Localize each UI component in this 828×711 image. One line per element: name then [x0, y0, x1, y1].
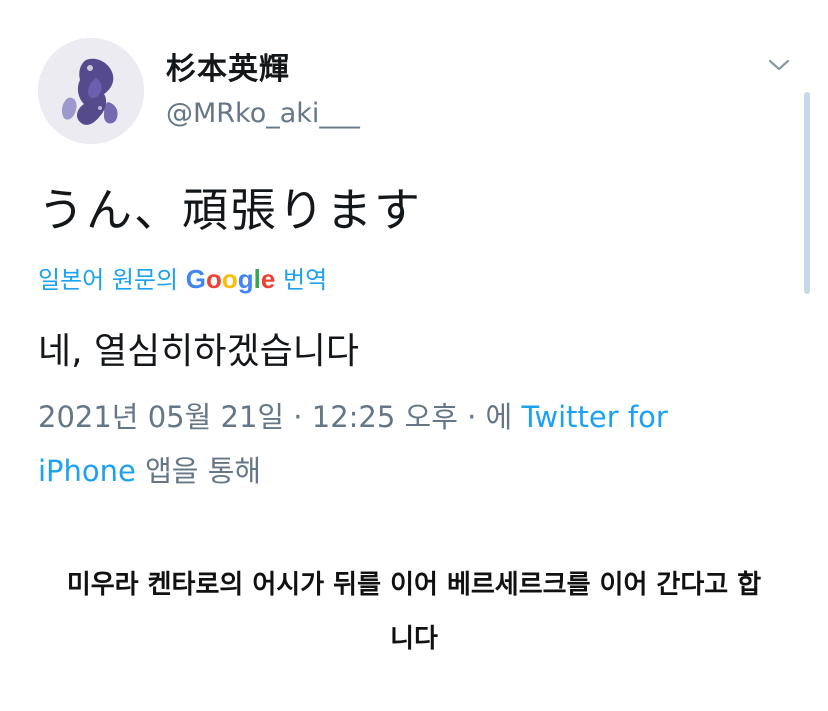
translate-suffix: 번역: [283, 266, 328, 294]
source-link[interactable]: Twitter for: [521, 400, 667, 434]
translate-link[interactable]: 일본어 원문의 Google 번역: [38, 260, 327, 295]
timestamp[interactable]: 2021년 05월 21일 · 12:25 오후 · 에: [38, 400, 512, 434]
avatar[interactable]: [38, 38, 144, 144]
caption: 미우라 켄타로의 어시가 뒤를 이어 베르세르크를 이어 간다고 합 니다: [0, 558, 828, 666]
caption-line-1: 미우라 켄타로의 어시가 뒤를 이어 베르세르크를 이어 간다고 합: [66, 570, 762, 600]
chevron-down-icon[interactable]: [768, 58, 790, 72]
tweet-card: 杉本英輝 @MRko_aki___ うん、頑張ります 일본어 원문의 Googl…: [0, 0, 828, 711]
translated-text: 네, 열심히하겠습니다: [38, 331, 359, 372]
google-logo: Google: [185, 264, 276, 294]
display-name[interactable]: 杉本英輝: [166, 44, 290, 88]
source-suffix: 앱을 통해: [145, 454, 262, 488]
translate-prefix: 일본어 원문의: [38, 266, 179, 294]
caption-line-2: 니다: [390, 624, 438, 654]
tweet-text: うん、頑張ります: [38, 183, 422, 237]
tweet-metadata-cont: iPhone 앱을 통해: [38, 448, 261, 490]
scrollbar[interactable]: [804, 92, 810, 294]
user-handle[interactable]: @MRko_aki___: [166, 98, 360, 129]
tweet-metadata: 2021년 05월 21일 · 12:25 오후 · 에 Twitter for: [38, 394, 668, 436]
source-device-link[interactable]: iPhone: [38, 454, 136, 488]
avatar-image: [38, 38, 144, 144]
